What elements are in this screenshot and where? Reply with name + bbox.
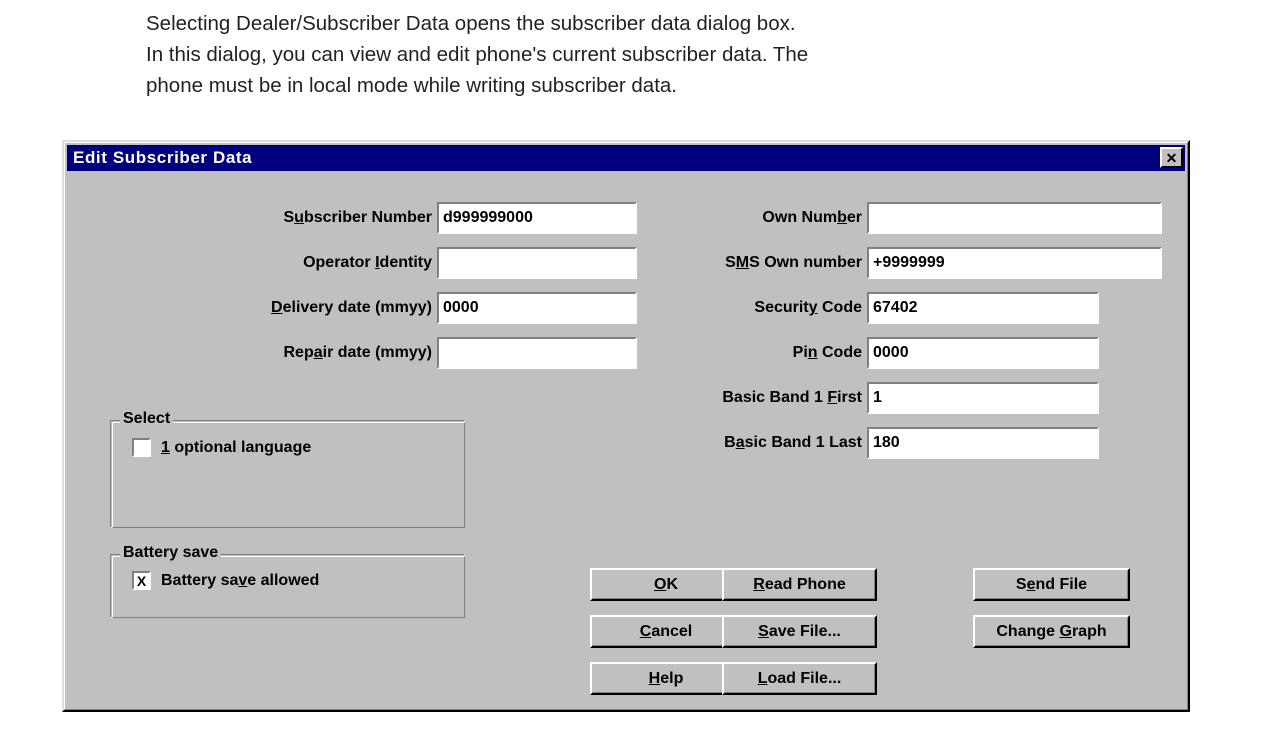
- checkbox-battery-save-allowed-box[interactable]: X: [132, 571, 151, 590]
- screenshot-root: Selecting Dealer/Subscriber Data opens t…: [0, 0, 1264, 741]
- checkbox-battery-save-allowed[interactable]: X Battery save allowed: [132, 571, 319, 590]
- dialog-client-area: Subscriber Number Operator Identity Delive…: [67, 174, 1185, 707]
- label-repair-date: Repair date (mmyy): [283, 344, 432, 361]
- load-file-button[interactable]: Load File...: [722, 662, 877, 695]
- label-security-code: Security Code: [754, 299, 862, 316]
- label-own-number: Own Number: [762, 209, 862, 226]
- input-own-number[interactable]: [867, 202, 1162, 234]
- close-icon[interactable]: ✕: [1160, 147, 1183, 168]
- select-groupbox: Select: [110, 410, 465, 528]
- label-subscriber-number: Subscriber Number: [283, 209, 433, 226]
- label-delivery-date: Delivery date (mmyy): [271, 299, 432, 316]
- label-operator-identity: Operator Identity: [303, 254, 432, 271]
- cancel-button-label: Cancel: [639, 622, 693, 640]
- checkbox-optional-language-box[interactable]: [132, 438, 151, 457]
- select-groupbox-title: Select: [120, 410, 174, 428]
- dialog-titlebar[interactable]: Edit Subscriber Data ✕: [67, 145, 1185, 171]
- dialog-title: Edit Subscriber Data: [73, 148, 253, 167]
- label-basic-band-1-first: Basic Band 1 First: [722, 389, 862, 406]
- read-phone-button-label: Read Phone: [753, 575, 846, 593]
- input-pin-code[interactable]: [867, 337, 1099, 369]
- battery-save-groupbox-title: Battery save: [120, 544, 222, 562]
- ok-button-label: OK: [653, 575, 678, 593]
- ok-button[interactable]: OK: [590, 568, 742, 601]
- read-phone-button[interactable]: Read Phone: [722, 568, 877, 601]
- label-basic-band-1-last: Basic Band 1 Last: [724, 434, 862, 451]
- change-graph-button[interactable]: Change Graph: [973, 615, 1130, 648]
- save-file-button[interactable]: Save File...: [722, 615, 877, 648]
- input-basic-band-1-last[interactable]: [867, 427, 1099, 459]
- load-file-button-label: Load File...: [757, 669, 842, 687]
- edit-subscriber-data-dialog: Edit Subscriber Data ✕ Subscriber Number…: [62, 140, 1190, 712]
- intro-paragraph: Selecting Dealer/Subscriber Data opens t…: [146, 12, 809, 97]
- cancel-button[interactable]: Cancel: [590, 615, 742, 648]
- send-file-button-label: Send File: [1015, 575, 1088, 593]
- checkbox-battery-save-allowed-label: Battery save allowed: [161, 571, 320, 589]
- input-basic-band-1-first[interactable]: [867, 382, 1099, 414]
- help-button-label: Help: [648, 669, 684, 687]
- change-graph-button-label: Change Graph: [996, 622, 1107, 640]
- label-sms-own-number: SMS Own number: [725, 254, 862, 271]
- checkbox-optional-language-label: 1 optional language: [161, 438, 312, 456]
- checkbox-optional-language[interactable]: 1 optional language: [132, 438, 311, 457]
- help-button[interactable]: Help: [590, 662, 742, 695]
- input-sms-own-number[interactable]: [867, 247, 1162, 279]
- send-file-button[interactable]: Send File: [973, 568, 1130, 601]
- save-file-button-label: Save File...: [758, 622, 841, 640]
- input-security-code[interactable]: [867, 292, 1099, 324]
- label-pin-code: Pin Code: [792, 344, 862, 361]
